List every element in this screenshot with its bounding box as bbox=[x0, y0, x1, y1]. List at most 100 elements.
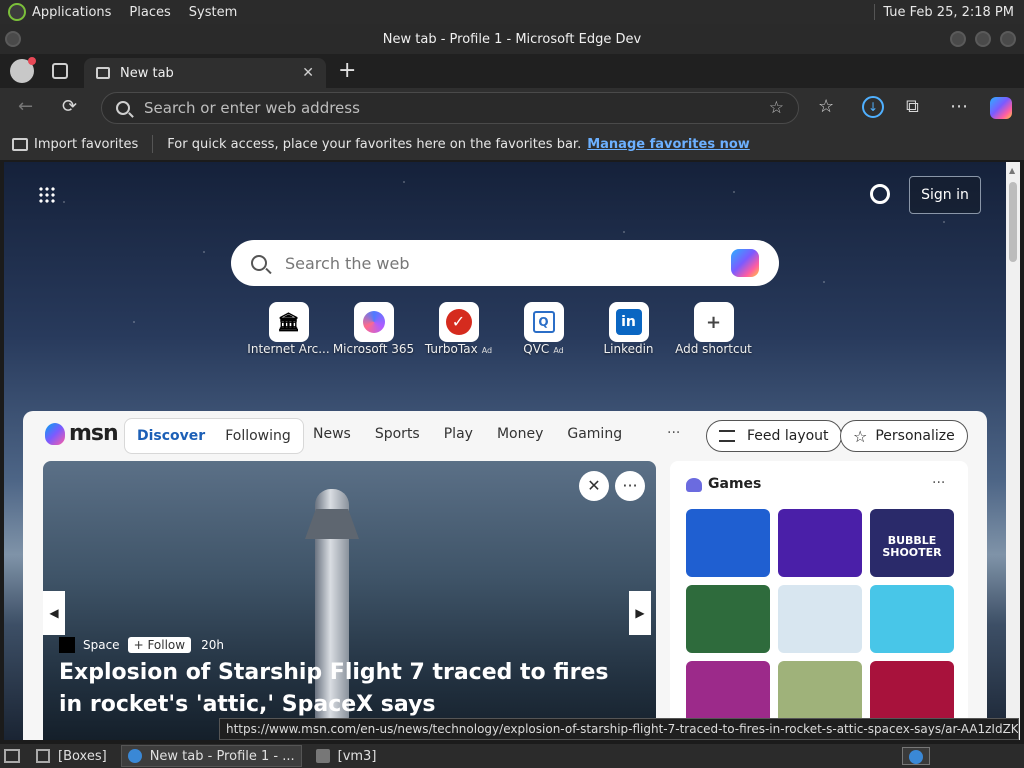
dismiss-close-icon[interactable]: ✕ bbox=[579, 471, 609, 501]
window-title: New tab - Profile 1 - Microsoft Edge Dev bbox=[382, 31, 642, 47]
game-tile-cube-character[interactable] bbox=[870, 585, 954, 653]
web-search-box[interactable] bbox=[231, 240, 779, 286]
qvc-icon: Q bbox=[523, 302, 564, 342]
game-tile-bubble-shooter[interactable]: BUBBLE SHOOTER bbox=[870, 509, 954, 577]
link-status-bar: https://www.msn.com/en-us/news/technolog… bbox=[219, 718, 1019, 740]
show-desktop-icon[interactable] bbox=[4, 749, 20, 763]
copilot-search-icon[interactable] bbox=[731, 249, 759, 277]
top-panel: Applications Places System Tue Feb 25, 2… bbox=[0, 0, 1024, 24]
address-bar[interactable]: ☆ bbox=[101, 92, 799, 124]
scroll-up-icon[interactable]: ▲ bbox=[1009, 166, 1015, 175]
back-arrow-icon[interactable]: ← bbox=[18, 96, 33, 117]
tab-following[interactable]: Following bbox=[225, 428, 291, 444]
task-label: New tab - Profile 1 - ... bbox=[149, 748, 295, 764]
new-tab-page: Sign in 🏛 Internet Arc... Microsoft 365 … bbox=[4, 162, 1006, 740]
window-titlebar[interactable]: New tab - Profile 1 - Microsoft Edge Dev bbox=[0, 24, 1024, 54]
close-window-icon[interactable] bbox=[1000, 31, 1016, 47]
microsoft-365-icon bbox=[353, 302, 394, 342]
task-vm3[interactable]: [vm3] bbox=[310, 745, 383, 767]
feed-layout-label: Feed layout bbox=[747, 428, 829, 444]
app-launcher-icon[interactable] bbox=[38, 186, 56, 204]
linkedin-icon: in bbox=[608, 302, 649, 342]
add-shortcut-button[interactable]: + Add shortcut bbox=[671, 302, 756, 357]
edge-workspace-icon bbox=[909, 750, 923, 764]
maximize-icon[interactable] bbox=[975, 31, 991, 47]
personalize-label: Personalize bbox=[875, 428, 955, 444]
add-favorite-star-icon[interactable]: ☆ bbox=[769, 98, 784, 118]
sign-in-button[interactable]: Sign in bbox=[909, 176, 981, 214]
shortcut-linkedin[interactable]: in Linkedin bbox=[586, 302, 671, 357]
web-search-input[interactable] bbox=[285, 253, 731, 273]
carousel-prev-icon[interactable]: ◀ bbox=[43, 591, 65, 635]
game-tile-mahjong[interactable] bbox=[686, 585, 770, 653]
tab-close-icon[interactable]: ✕ bbox=[302, 65, 314, 81]
tab-actions-icon[interactable] bbox=[52, 63, 68, 79]
games-more-icon[interactable]: ··· bbox=[932, 475, 945, 491]
favorites-separator bbox=[152, 135, 154, 153]
article-menu-icon[interactable]: ··· bbox=[615, 471, 645, 501]
workspace-switcher[interactable] bbox=[902, 747, 930, 765]
applications-menu[interactable]: Applications bbox=[32, 5, 111, 20]
scrollbar-thumb[interactable] bbox=[1009, 182, 1017, 262]
game-tile-arrow-game[interactable] bbox=[778, 509, 862, 577]
window-menu-icon[interactable] bbox=[5, 31, 21, 47]
article-headline[interactable]: Explosion of Starship Flight 7 traced to… bbox=[59, 657, 639, 721]
tab-new-tab[interactable]: New tab ✕ bbox=[84, 58, 326, 88]
nav-play[interactable]: Play bbox=[444, 426, 473, 442]
shortcut-label: Microsoft 365 bbox=[332, 342, 415, 356]
clock[interactable]: Tue Feb 25, 2:18 PM bbox=[883, 5, 1014, 20]
refresh-icon[interactable]: ⟳ bbox=[62, 96, 77, 117]
internet-archive-icon: 🏛 bbox=[268, 302, 309, 342]
nav-money[interactable]: Money bbox=[497, 426, 543, 442]
settings-more-icon[interactable]: ⋯ bbox=[950, 96, 968, 117]
turbotax-icon: ✓ bbox=[438, 302, 479, 342]
carousel-next-icon[interactable]: ▶ bbox=[629, 591, 651, 635]
places-menu[interactable]: Places bbox=[129, 5, 170, 20]
hero-article-card[interactable]: ✕ ··· ◀ ▶ Space + Follow 20h Explosion o… bbox=[43, 461, 656, 740]
personalize-button[interactable]: ☆ Personalize bbox=[840, 420, 968, 452]
source-name[interactable]: Space bbox=[83, 638, 120, 652]
favorites-bar: Import favorites For quick access, place… bbox=[0, 128, 1024, 160]
web-search-icon bbox=[251, 255, 267, 271]
address-input[interactable] bbox=[144, 99, 769, 117]
import-favorites-button[interactable]: Import favorites bbox=[34, 137, 138, 152]
page-settings-gear-icon[interactable] bbox=[870, 184, 890, 204]
shortcut-internet-archive[interactable]: 🏛 Internet Arc... bbox=[246, 302, 331, 357]
minimize-icon[interactable] bbox=[950, 31, 966, 47]
collections-icon[interactable]: ⧉ bbox=[906, 96, 919, 117]
shortcut-turbotax[interactable]: ✓ TurboTax Ad bbox=[416, 302, 501, 357]
copilot-icon[interactable] bbox=[990, 97, 1012, 119]
nav-news[interactable]: News bbox=[313, 426, 351, 442]
msn-feed: msn Discover Following News Sports Play … bbox=[23, 411, 987, 740]
system-menu[interactable]: System bbox=[189, 5, 237, 20]
game-tile-block-puzzle[interactable] bbox=[686, 509, 770, 577]
feed-nav-more-icon[interactable]: ··· bbox=[667, 425, 680, 441]
page-scrollbar[interactable]: ▲ bbox=[1006, 162, 1020, 740]
panel-separator bbox=[874, 4, 876, 20]
follow-button[interactable]: + Follow bbox=[127, 637, 192, 653]
feed-layout-button[interactable]: Feed layout bbox=[706, 420, 842, 452]
downloads-icon[interactable]: ↓ bbox=[862, 96, 884, 118]
games-title[interactable]: Games bbox=[708, 476, 761, 492]
nav-gaming[interactable]: Gaming bbox=[567, 426, 622, 442]
task-boxes[interactable]: [Boxes] bbox=[30, 745, 113, 767]
shortcut-label: QVC bbox=[523, 342, 550, 356]
boxes-app-icon bbox=[36, 749, 50, 763]
tab-discover[interactable]: Discover bbox=[137, 428, 205, 444]
favorites-hint: For quick access, place your favorites h… bbox=[167, 136, 582, 152]
nav-sports[interactable]: Sports bbox=[375, 426, 420, 442]
shortcut-label: TurboTax bbox=[424, 342, 478, 356]
shortcut-qvc[interactable]: Q QVC Ad bbox=[501, 302, 586, 357]
manage-favorites-link[interactable]: Manage favorites now bbox=[587, 137, 750, 152]
new-tab-button[interactable]: + bbox=[338, 58, 356, 83]
tab-strip: New tab ✕ + bbox=[0, 54, 1024, 88]
favorites-icon[interactable]: ☆ bbox=[818, 96, 834, 117]
msn-logo[interactable]: msn bbox=[45, 421, 119, 446]
games-widget: Games ··· BUBBLE SHOOTER bbox=[670, 461, 968, 740]
game-tile-stickman-thief[interactable] bbox=[778, 585, 862, 653]
import-favorites-icon[interactable] bbox=[12, 137, 28, 151]
shortcut-microsoft-365[interactable]: Microsoft 365 bbox=[331, 302, 416, 357]
distro-logo-icon[interactable] bbox=[8, 3, 26, 21]
profile-avatar[interactable] bbox=[10, 57, 36, 83]
task-edge[interactable]: New tab - Profile 1 - ... bbox=[120, 745, 302, 767]
